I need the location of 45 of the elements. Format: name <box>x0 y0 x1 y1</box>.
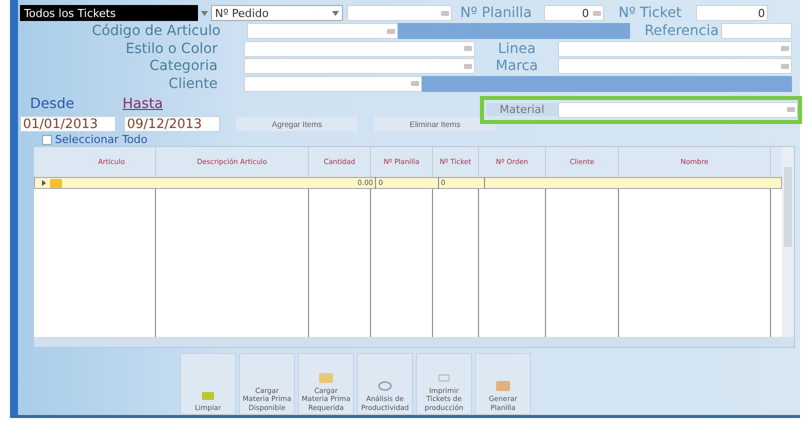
marca-field[interactable] <box>558 58 792 74</box>
lookup-icon[interactable] <box>386 28 395 34</box>
select-all-label: Seleccionar Todo <box>55 134 148 146</box>
linea-field[interactable] <box>558 40 792 57</box>
field-label: Cliente <box>168 76 218 92</box>
hasta-label: Hasta <box>122 96 164 112</box>
ticket-label: Nº Ticket <box>618 5 682 22</box>
article-code-field[interactable] <box>246 23 398 40</box>
hasta-field[interactable]: 09/12/2013 <box>124 116 220 132</box>
lookup-icon[interactable] <box>781 46 789 52</box>
linea-label: Linea <box>496 40 537 57</box>
style-field[interactable] <box>244 40 476 57</box>
vertical-scrollbar[interactable] <box>782 147 794 337</box>
lookup-icon[interactable] <box>464 64 472 69</box>
field-label: Código de Articulo <box>90 23 221 40</box>
dropdown-arrow-icon <box>332 10 339 16</box>
order-select[interactable]: Nº Pedido <box>211 5 343 22</box>
dropdown-arrow-icon[interactable] <box>201 10 208 16</box>
ticket-field[interactable]: 0 <box>696 5 768 22</box>
remove-items-button[interactable]: Eliminar Items <box>374 117 496 132</box>
lookup-icon[interactable] <box>781 64 789 69</box>
select-all-checkbox[interactable] <box>42 135 52 145</box>
desde-label: Desde <box>29 96 76 112</box>
referencia-field[interactable] <box>720 23 792 40</box>
planilla-field[interactable]: 0 <box>544 5 604 22</box>
row-pointer-icon <box>42 180 46 186</box>
horizontal-scrollbar[interactable] <box>34 337 794 347</box>
planilla-label: Nº Planilla <box>459 5 533 22</box>
desde-field[interactable]: 01/01/2013 <box>20 116 116 132</box>
order-field[interactable] <box>347 5 452 22</box>
add-items-button[interactable]: Agregar Items <box>236 117 358 132</box>
lookup-icon[interactable] <box>593 10 601 16</box>
lookup-icon[interactable] <box>464 46 472 52</box>
lookup-icon[interactable] <box>411 81 419 86</box>
ticket-select[interactable]: Todos los Tickets <box>20 5 198 22</box>
material-field[interactable] <box>558 102 798 118</box>
referencia-label: Referencia <box>643 23 720 40</box>
field-label: Estilo o Color <box>124 40 218 57</box>
lookup-icon[interactable] <box>441 10 449 16</box>
marca-label: Marca <box>494 58 540 74</box>
lookup-icon[interactable] <box>787 107 795 112</box>
category-field[interactable] <box>244 58 476 74</box>
field-label: Categoria <box>148 58 218 74</box>
material-label: Material <box>486 103 558 116</box>
client-field[interactable] <box>244 76 422 92</box>
